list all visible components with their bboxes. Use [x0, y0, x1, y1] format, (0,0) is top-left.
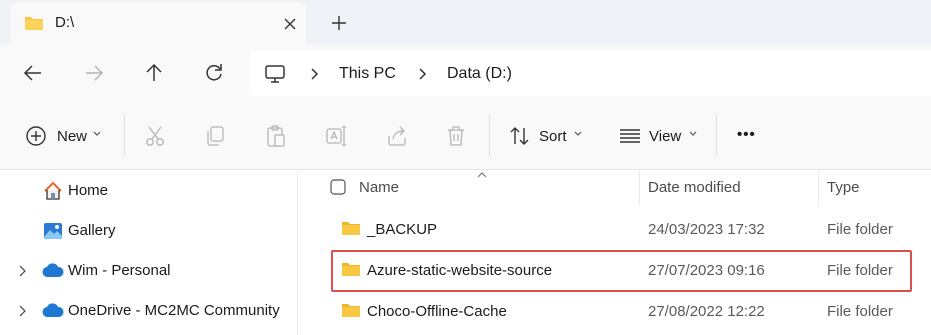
- plus-icon[interactable]: [328, 12, 350, 34]
- breadcrumb-data-drive[interactable]: Data (D:): [447, 65, 512, 83]
- sidebar-item-gallery[interactable]: Gallery: [0, 211, 298, 251]
- folder-icon: [341, 220, 361, 236]
- sidebar-item-home[interactable]: Home: [0, 171, 298, 211]
- arrow-right-icon[interactable]: [81, 60, 107, 86]
- cloud-icon: [42, 262, 64, 280]
- tab-d-drive[interactable]: D:\: [10, 2, 306, 44]
- chevron-down-icon[interactable]: [92, 130, 102, 154]
- tab-strip: D:\: [0, 0, 931, 44]
- column-header-type[interactable]: Type: [819, 171, 931, 203]
- share-icon[interactable]: [385, 124, 409, 148]
- select-all-checkbox[interactable]: [330, 179, 346, 195]
- sidebar-item-label: Home: [68, 182, 109, 199]
- file-name: Choco-Offline-Cache: [367, 303, 507, 320]
- folder-icon: [24, 14, 44, 32]
- sidebar-item-label: Wim - Personal: [68, 262, 171, 279]
- arrow-up-icon[interactable]: [141, 60, 167, 86]
- navigation-pane: Home Gallery Wim - Personal OneDrive - M…: [0, 171, 298, 335]
- sidebar-item-label: OneDrive - MC2MC Community: [68, 302, 280, 319]
- column-type-label: Type: [827, 179, 860, 196]
- new-button[interactable]: New: [57, 128, 87, 145]
- divider: [489, 114, 490, 156]
- chevron-down-icon[interactable]: [688, 130, 698, 154]
- highlight-annotation-box: [331, 250, 912, 292]
- gallery-icon: [42, 220, 64, 242]
- table-row[interactable]: Choco-Offline-Cache 27/08/2022 12:22 Fil…: [299, 291, 931, 331]
- file-type: File folder: [827, 221, 893, 238]
- rename-icon[interactable]: [325, 124, 349, 148]
- cut-icon[interactable]: [144, 124, 166, 148]
- divider: [716, 114, 717, 156]
- refresh-icon[interactable]: [201, 60, 227, 86]
- delete-icon[interactable]: [445, 124, 467, 148]
- tab-title: D:\: [55, 14, 75, 31]
- chevron-down-icon[interactable]: [573, 130, 583, 154]
- file-list: Name Date modified Type _BACKUP 24/03/20…: [299, 171, 931, 335]
- file-date: 24/03/2023 17:32: [648, 221, 765, 238]
- command-bar: New Sort View •••: [0, 100, 931, 170]
- view-icon[interactable]: [618, 124, 642, 148]
- breadcrumb-this-pc[interactable]: This PC: [339, 65, 396, 83]
- view-button[interactable]: View: [649, 128, 681, 145]
- chevron-right-icon[interactable]: [16, 264, 28, 278]
- home-icon: [42, 180, 64, 202]
- chevron-right-icon[interactable]: [416, 67, 428, 81]
- arrow-left-icon[interactable]: [20, 60, 46, 86]
- sidebar-item-label: Gallery: [68, 222, 116, 239]
- table-row[interactable]: _BACKUP 24/03/2023 17:32 File folder: [299, 209, 931, 249]
- folder-icon: [341, 302, 361, 318]
- sidebar-item-onedrive-mc2mc[interactable]: OneDrive - MC2MC Community: [0, 291, 298, 331]
- column-date-label: Date modified: [648, 179, 741, 196]
- divider: [124, 114, 125, 156]
- sort-button[interactable]: Sort: [539, 128, 567, 145]
- copy-icon[interactable]: [204, 124, 226, 148]
- file-name: _BACKUP: [367, 221, 438, 238]
- file-date: 27/08/2022 12:22: [648, 303, 765, 320]
- sidebar-item-wim-personal[interactable]: Wim - Personal: [0, 251, 298, 291]
- close-icon[interactable]: [280, 14, 300, 34]
- address-bar[interactable]: This PC Data (D:): [250, 50, 931, 96]
- sort-icon[interactable]: [508, 124, 532, 148]
- monitor-icon[interactable]: [264, 63, 286, 85]
- cloud-icon: [42, 302, 64, 320]
- navigation-bar: This PC Data (D:): [0, 44, 931, 100]
- chevron-right-icon[interactable]: [16, 304, 28, 318]
- column-header-name[interactable]: Name: [299, 171, 639, 203]
- more-icon[interactable]: •••: [737, 126, 756, 143]
- column-header-date-modified[interactable]: Date modified: [640, 171, 818, 203]
- chevron-right-icon[interactable]: [308, 67, 320, 81]
- file-type: File folder: [827, 303, 893, 320]
- plus-circle-icon[interactable]: [24, 124, 48, 148]
- column-name-label: Name: [359, 179, 400, 196]
- paste-icon[interactable]: [265, 124, 287, 148]
